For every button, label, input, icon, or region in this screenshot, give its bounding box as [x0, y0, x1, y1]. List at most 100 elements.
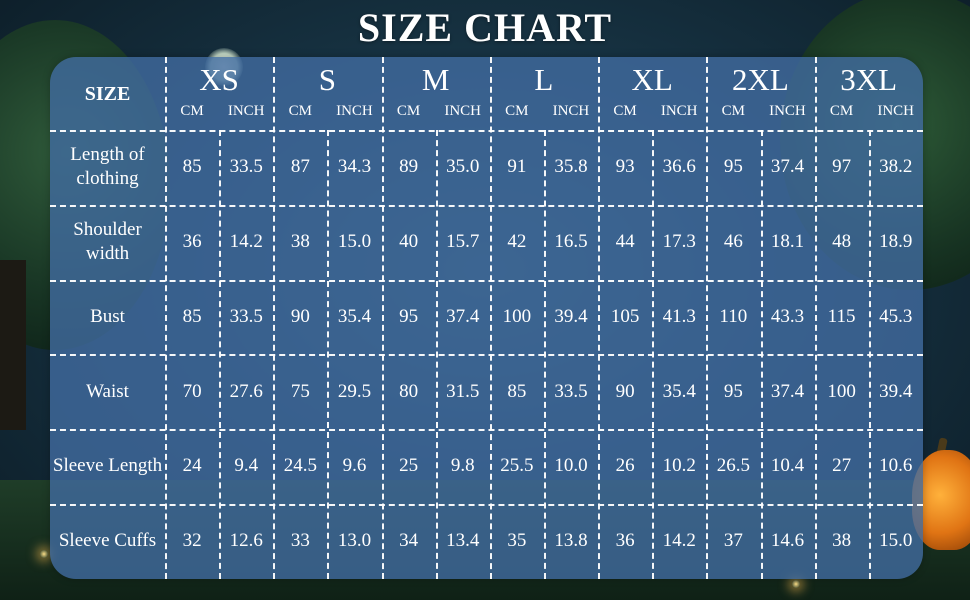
measurement-value: 100	[827, 380, 856, 402]
measurement-value: 85	[182, 156, 202, 178]
measurement-value: 115	[827, 305, 856, 327]
grid-line-vertical	[706, 57, 709, 579]
measurement-value: 13.0	[337, 530, 372, 552]
unit-labels: CM INCH	[382, 103, 490, 125]
measurement-value: 39.4	[879, 380, 913, 402]
measurement-value: 37.4	[446, 305, 480, 327]
grid-line-vertical	[273, 57, 276, 579]
measurement-value: 38	[290, 230, 310, 252]
measurement-value: 105	[610, 305, 640, 327]
measurement-value: 26.5	[716, 455, 750, 477]
unit-labels: CM INCH	[273, 103, 381, 125]
measurement-value: 93	[615, 156, 635, 178]
unit-label: CM	[180, 103, 204, 119]
measurement-value: 35.0	[446, 156, 480, 178]
measurement-value: 17.3	[662, 230, 696, 252]
measurement-value: 43.3	[770, 305, 805, 327]
unit-label: INCH	[660, 103, 698, 119]
measurement-value: 91	[507, 156, 527, 178]
measurement-value: 34	[399, 530, 419, 552]
size-column-header: XL CM INCH	[598, 57, 706, 130]
measurement-value: 40	[399, 230, 419, 252]
measurement-value: 85	[182, 305, 202, 327]
page-title: SIZE CHART	[357, 5, 613, 50]
measurement-value: 12.6	[229, 530, 263, 552]
unit-label: CM	[288, 103, 312, 119]
candle-light	[40, 550, 48, 558]
measurement-value: 42	[507, 230, 527, 252]
measurement-label: Sleeve Length	[52, 455, 163, 477]
size-column-header: L CM INCH	[490, 57, 598, 130]
measurement-value: 90	[615, 380, 635, 402]
unit-label: CM	[829, 103, 854, 119]
unit-label: CM	[613, 103, 637, 119]
measurement-value: 13.4	[446, 530, 480, 552]
size-column-header: S CM INCH	[273, 57, 381, 130]
grid-line-vertical	[598, 57, 601, 579]
measurement-value: 37	[723, 530, 743, 552]
measurement-value: 39.4	[554, 305, 588, 327]
measurement-value: 100	[502, 305, 532, 327]
measurement-value: 35	[507, 530, 527, 552]
measurement-label: Bust	[90, 305, 125, 327]
size-label: XS	[199, 62, 239, 97]
measurement-value: 37.4	[770, 156, 805, 178]
unit-labels: CM INCH	[815, 103, 923, 125]
unit-labels: CM INCH	[490, 103, 598, 125]
measurement-value: 14.2	[229, 230, 263, 252]
size-chart-table: SIZE XS CM INCH S CM INCH M CM INCH L CM INCH XL CM IN…	[50, 57, 923, 579]
measurement-value: 36.6	[662, 156, 696, 178]
measurement-value: 34.3	[337, 156, 372, 178]
measurement-label: Sleeve Cuffs	[58, 530, 157, 552]
measurement-value: 14.6	[770, 530, 805, 552]
measurement-value: 85	[507, 380, 527, 402]
measurement-value: 95	[723, 380, 743, 402]
measurement-value: 89	[399, 156, 419, 178]
measurement-value: 33.5	[554, 380, 588, 402]
measurement-value: 33.5	[229, 305, 263, 327]
measurement-value: 18.1	[770, 230, 805, 252]
size-column-header: XS CM INCH	[165, 57, 273, 130]
size-grid: SIZE XS CM INCH S CM INCH M CM INCH L CM INCH XL CM IN…	[50, 57, 923, 579]
measurement-value: 80	[399, 380, 419, 402]
measurement-value: 33	[290, 530, 310, 552]
measurement-value: 15.0	[337, 230, 372, 252]
size-header-label: SIZE	[84, 82, 131, 105]
measurement-value: 95	[723, 156, 743, 178]
measurement-value: 15.7	[446, 230, 480, 252]
measurement-value: 41.3	[662, 305, 696, 327]
grid-line-horizontal	[50, 204, 923, 207]
measurement-value: 70	[182, 380, 202, 402]
measurement-value: 33.5	[229, 156, 263, 178]
unit-label: CM	[396, 103, 421, 119]
grid-line-vertical	[489, 57, 492, 579]
unit-label: CM	[721, 103, 745, 119]
measurement-value: 25.5	[500, 455, 534, 477]
measurement-label: Length of clothing	[70, 143, 145, 190]
measurement-value: 31.5	[446, 380, 480, 402]
measurement-value: 10.6	[879, 455, 913, 477]
measurement-value: 13.8	[554, 530, 588, 552]
unit-label: INCH	[552, 103, 590, 119]
size-column-header: 3XL CM INCH	[815, 57, 923, 130]
measurement-value: 9.8	[450, 455, 475, 477]
measurement-value: 48	[832, 230, 852, 252]
measurement-value: 46	[723, 230, 743, 252]
size-column-header: M CM INCH	[382, 57, 490, 130]
size-label: S	[318, 62, 336, 97]
measurement-value: 27.6	[229, 380, 263, 402]
grid-line-vertical	[381, 57, 384, 579]
measurement-value: 36	[615, 530, 635, 552]
measurement-value: 26	[615, 455, 635, 477]
measurement-value: 38.2	[879, 156, 913, 178]
measurement-value: 44	[615, 230, 635, 252]
size-label: 3XL	[840, 62, 898, 97]
measurement-value: 90	[290, 305, 310, 327]
measurement-value: 95	[399, 305, 419, 327]
measurement-value: 75	[290, 380, 310, 402]
measurement-value: 35.8	[554, 156, 588, 178]
grid-line-vertical	[814, 57, 817, 579]
measurement-value: 15.0	[879, 530, 913, 552]
unit-label: INCH	[227, 103, 265, 119]
size-label: M	[421, 62, 450, 97]
